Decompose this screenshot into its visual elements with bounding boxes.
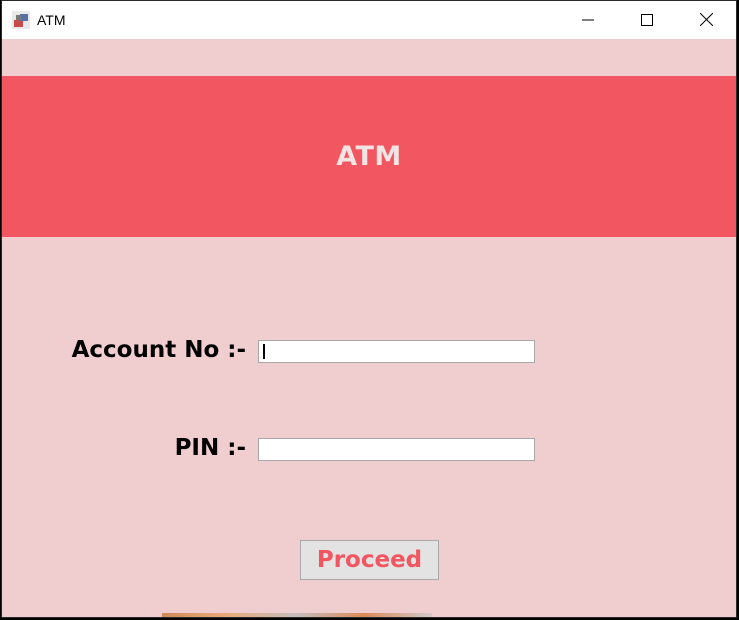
minimize-button[interactable]	[559, 1, 617, 39]
atm-window: ATM ATM Account No :- PIN :- Proceed	[1, 0, 737, 618]
proceed-button[interactable]: Proceed	[300, 540, 439, 580]
app-icon	[12, 11, 30, 29]
background-image-peek	[162, 613, 432, 617]
title-bar: ATM	[2, 1, 736, 39]
maximize-button[interactable]	[618, 1, 676, 39]
text-caret	[263, 344, 265, 359]
window-title: ATM	[37, 12, 66, 28]
account-number-label: Account No :-	[71, 337, 246, 363]
maximize-icon	[641, 11, 653, 30]
close-button[interactable]	[677, 1, 735, 39]
close-icon	[699, 11, 713, 30]
pin-field[interactable]	[258, 438, 535, 461]
account-number-field[interactable]	[258, 340, 535, 363]
minimize-icon	[582, 11, 594, 30]
header-banner: ATM	[2, 76, 736, 237]
pin-label: PIN :-	[174, 435, 246, 461]
page-title: ATM	[336, 141, 402, 172]
